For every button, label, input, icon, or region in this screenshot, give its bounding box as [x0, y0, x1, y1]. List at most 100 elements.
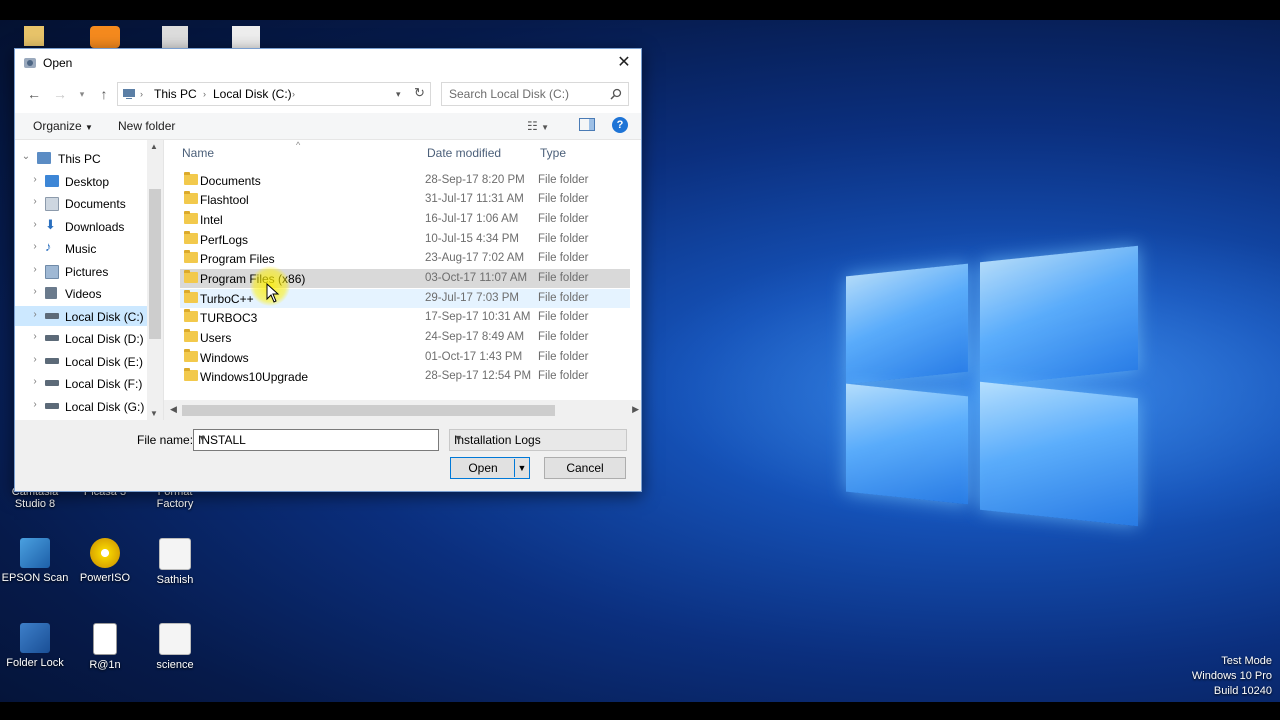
desktop-icon-partial[interactable]	[24, 26, 44, 46]
file-name-input[interactable]: INSTALL ▼	[193, 429, 439, 451]
breadcrumb-local-disk[interactable]: Local Disk (C:)	[213, 87, 292, 101]
nav-item-label: Pictures	[65, 265, 109, 279]
nav-item-this-pc[interactable]: ⌄ This PC	[15, 148, 161, 168]
collapsed-chevron-icon: ›	[33, 196, 37, 207]
view-options-button[interactable]: ☷ ▼	[527, 119, 549, 133]
desktop-icon-r1n[interactable]: R@1n	[70, 623, 140, 671]
file-row[interactable]: Intel 16-Jul-17 1:06 AM File folder	[180, 210, 630, 229]
dialog-title: Open	[43, 56, 73, 70]
file-row[interactable]: Documents 28-Sep-17 8:20 PM File folder	[180, 171, 630, 190]
collapsed-chevron-icon: ›	[33, 331, 37, 342]
nav-item-music[interactable]: › ♪ Music	[15, 238, 161, 258]
breadcrumb-separator-icon: ›	[292, 89, 295, 99]
command-toolbar: Organize ▼ New folder ☷ ▼ ?	[15, 113, 641, 140]
close-icon: ✕	[617, 54, 631, 71]
open-split-dropdown[interactable]: ▼	[514, 459, 529, 477]
file-date: 24-Sep-17 8:49 AM	[425, 331, 525, 343]
open-button-label: Open	[468, 461, 498, 475]
file-row[interactable]: Windows 01-Oct-17 1:43 PM File folder	[180, 348, 630, 367]
file-date: 28-Sep-17 8:20 PM	[425, 174, 525, 186]
videos-folder-icon	[45, 287, 57, 299]
file-row[interactable]: PerfLogs 10-Jul-15 4:34 PM File folder	[180, 230, 630, 249]
dialog-footer: File name: INSTALL ▼ Installation Logs ▼…	[15, 421, 641, 491]
nav-item-label: Documents	[65, 197, 126, 211]
nav-item-desktop[interactable]: › Desktop	[15, 171, 161, 191]
nav-item-pictures[interactable]: › Pictures	[15, 261, 161, 281]
file-row[interactable]: Users 24-Sep-17 8:49 AM File folder	[180, 328, 630, 347]
up-button[interactable]: ↑	[95, 85, 113, 103]
file-name: TurboC++	[200, 292, 254, 306]
mouse-pointer-icon	[266, 283, 280, 303]
search-input[interactable]: Search Local Disk (C:)	[441, 82, 629, 106]
column-header-type[interactable]: Type	[540, 146, 566, 160]
nav-item-local-disk-d[interactable]: › Local Disk (D:)	[15, 328, 161, 348]
column-header-name[interactable]: Name	[182, 146, 214, 160]
new-folder-button[interactable]: New folder	[118, 119, 175, 133]
nav-item-local-disk-g[interactable]: › Local Disk (G:)	[15, 396, 161, 416]
nav-pane-scroll-thumb[interactable]	[149, 189, 161, 339]
folder-icon	[184, 290, 198, 303]
file-row[interactable]: Windows10Upgrade 28-Sep-17 12:54 PM File…	[180, 367, 630, 386]
desktop-icon-label: science	[156, 659, 194, 671]
nav-item-local-disk-f[interactable]: › Local Disk (F:)	[15, 373, 161, 393]
nav-item-label: Downloads	[65, 220, 125, 234]
chevron-down-icon: ▼	[454, 433, 463, 443]
close-button[interactable]: ✕	[613, 52, 635, 74]
file-row-hover[interactable]: TurboC++ 29-Jul-17 7:03 PM File folder	[180, 289, 630, 308]
drive-icon	[45, 380, 59, 386]
forward-button[interactable]: →	[51, 85, 69, 103]
file-list-hscroll-thumb[interactable]	[182, 405, 555, 416]
address-bar[interactable]: › This PC › Local Disk (C:) › ▾ ↻	[117, 82, 431, 106]
test-mode-watermark: Test Mode Windows 10 Pro Build 10240	[1192, 654, 1272, 699]
column-header-date-modified[interactable]: Date modified	[427, 146, 501, 160]
desktop-icon-partial[interactable]	[232, 26, 260, 48]
address-dropdown-button[interactable]: ▾	[396, 89, 401, 100]
open-button[interactable]: Open ▼	[450, 457, 530, 479]
desktop-icon-label: EPSON Scan	[1, 572, 69, 584]
preview-pane-button[interactable]	[579, 118, 595, 131]
help-button[interactable]: ?	[612, 117, 628, 133]
folder-icon	[184, 349, 198, 362]
scroll-up-icon: ▲	[150, 142, 158, 151]
desktop-icon-partial[interactable]	[162, 26, 188, 48]
file-row[interactable]: Program Files 23-Aug-17 7:02 AM File fol…	[180, 249, 630, 268]
breadcrumb-this-pc[interactable]: This PC	[154, 87, 197, 101]
desktop-icon-epson-scan[interactable]: EPSON Scan	[0, 538, 70, 584]
desktop-icon-partial[interactable]	[90, 26, 120, 48]
nav-item-videos[interactable]: › Videos	[15, 283, 161, 303]
dialog-titlebar[interactable]: Open ✕	[15, 49, 641, 77]
chevron-down-icon[interactable]: ▼	[198, 433, 434, 443]
details-view-icon: ☷	[527, 119, 538, 133]
cancel-button[interactable]: Cancel	[544, 457, 626, 479]
desktop-icon-science[interactable]: science	[140, 623, 210, 671]
recent-locations-button[interactable]: ▾	[73, 85, 91, 103]
collapsed-chevron-icon: ›	[33, 309, 37, 320]
preview-pane-icon	[589, 119, 594, 130]
up-arrow-icon: ↑	[100, 86, 108, 102]
refresh-button[interactable]: ↻	[414, 85, 425, 101]
file-row[interactable]: Flashtool 31-Jul-17 11:31 AM File folder	[180, 190, 630, 209]
desktop-icon-folder-lock[interactable]: Folder Lock	[0, 623, 70, 669]
search-placeholder: Search Local Disk (C:)	[449, 87, 570, 101]
organize-button[interactable]: Organize ▼	[33, 119, 93, 133]
nav-item-label: Local Disk (E:)	[65, 355, 144, 369]
nav-item-downloads[interactable]: › ⬇ Downloads	[15, 216, 161, 236]
desktop-icon-sathish[interactable]: Sathish	[140, 538, 210, 586]
file-row[interactable]: TURBOC3 17-Sep-17 10:31 AM File folder	[180, 308, 630, 327]
file-date: 31-Jul-17 11:31 AM	[425, 193, 524, 205]
folder-icon	[184, 191, 198, 204]
collapsed-chevron-icon: ›	[33, 286, 37, 297]
nav-item-documents[interactable]: › Documents	[15, 193, 161, 213]
file-type-select[interactable]: Installation Logs ▼	[449, 429, 627, 451]
nav-item-local-disk-c[interactable]: › Local Disk (C:)	[15, 306, 161, 326]
downloads-folder-icon: ⬇	[45, 217, 56, 232]
file-date: 28-Sep-17 12:54 PM	[425, 370, 532, 382]
back-button[interactable]: ←	[25, 85, 43, 103]
desktop-icon-poweriso[interactable]: PowerISO	[70, 538, 140, 584]
file-row-selected[interactable]: Program Files (x86) 03-Oct-17 11:07 AM F…	[180, 269, 630, 288]
nav-item-local-disk-e[interactable]: › Local Disk (E:)	[15, 351, 161, 371]
file-type: File folder	[538, 370, 589, 382]
file-name: Windows10Upgrade	[200, 370, 309, 384]
text-file-icon	[93, 623, 117, 655]
chevron-down-icon: ▾	[79, 89, 85, 99]
